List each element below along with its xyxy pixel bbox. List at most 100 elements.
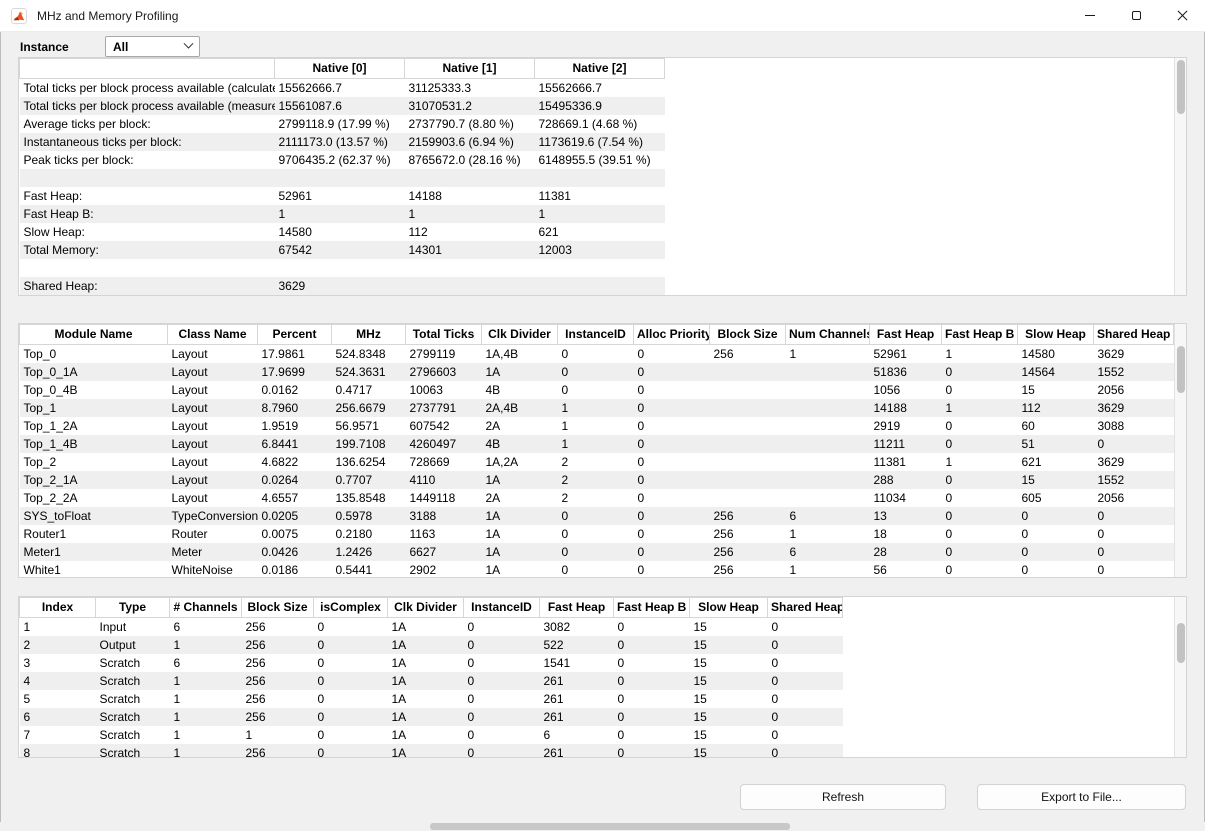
column-header[interactable]: Class Name <box>168 325 258 345</box>
table-row[interactable]: Fast Heap B:111 <box>20 205 665 223</box>
table-row[interactable]: 7Scratch1101A060150 <box>20 726 843 744</box>
table-row[interactable]: Top_1_4BLayout6.8441199.710842604974B101… <box>20 435 1174 453</box>
refresh-button[interactable]: Refresh <box>740 784 946 810</box>
table-cell: Layout <box>168 345 258 364</box>
module-vertical-scrollbar[interactable] <box>1174 324 1186 577</box>
table-row[interactable]: Peak ticks per block:9706435.2 (62.37 %)… <box>20 151 665 169</box>
table-cell: 1 <box>558 399 634 417</box>
table-row[interactable]: Total Memory:675421430112003 <box>20 241 665 259</box>
scrollbar-thumb[interactable] <box>430 823 790 830</box>
column-header[interactable]: Module Name <box>20 325 168 345</box>
column-header[interactable]: Clk Divider <box>482 325 558 345</box>
table-row[interactable] <box>20 169 665 187</box>
table-row[interactable]: Average ticks per block:2799118.9 (17.99… <box>20 115 665 133</box>
column-header[interactable]: Alloc Priority <box>634 325 710 345</box>
scrollbar-thumb[interactable] <box>1177 60 1185 114</box>
column-header[interactable]: Shared Heap <box>1094 325 1174 345</box>
instance-dropdown[interactable]: All <box>105 36 200 57</box>
table-cell: 0 <box>1094 435 1174 453</box>
table-cell: 3088 <box>1094 417 1174 435</box>
table-row[interactable]: 8Scratch125601A02610150 <box>20 744 843 757</box>
column-header[interactable]: Total Ticks <box>406 325 482 345</box>
table-row[interactable]: Top_0Layout17.9861524.834827991191A,4B00… <box>20 345 1174 364</box>
close-button[interactable] <box>1159 0 1205 31</box>
table-cell: 261 <box>540 672 614 690</box>
table-cell: Router <box>168 525 258 543</box>
column-header[interactable]: MHz <box>332 325 406 345</box>
table-row[interactable]: Top_1Layout8.7960256.667927377912A,4B101… <box>20 399 1174 417</box>
table-cell: 1 <box>170 690 242 708</box>
column-header[interactable]: # Channels <box>170 598 242 618</box>
table-cell: 2056 <box>1094 381 1174 399</box>
buffer-vertical-scrollbar[interactable] <box>1174 597 1186 757</box>
table-row[interactable]: Top_0_1ALayout17.9699524.363127966031A00… <box>20 363 1174 381</box>
summary-vertical-scrollbar[interactable] <box>1174 58 1186 295</box>
table-cell: 14580 <box>1018 345 1094 364</box>
column-header[interactable]: isComplex <box>314 598 388 618</box>
table-row[interactable]: Shared Heap:3629 <box>20 277 665 295</box>
table-row[interactable]: Fast Heap:529611418811381 <box>20 187 665 205</box>
column-header[interactable] <box>20 59 275 79</box>
table-cell: 15 <box>690 636 768 654</box>
chevron-down-icon <box>184 39 194 49</box>
table-cell: 0 <box>614 726 690 744</box>
column-header[interactable]: Native [2] <box>535 59 665 79</box>
table-row[interactable]: White1WhiteNoise0.01860.544129021A002561… <box>20 561 1174 577</box>
table-cell: 11211 <box>870 435 942 453</box>
table-cell: 10063 <box>406 381 482 399</box>
column-header[interactable]: InstanceID <box>464 598 540 618</box>
column-header[interactable]: Native [1] <box>405 59 535 79</box>
scrollbar-thumb[interactable] <box>1177 346 1185 393</box>
column-header[interactable]: InstanceID <box>558 325 634 345</box>
table-row[interactable]: Total ticks per block process available … <box>20 79 665 98</box>
column-header[interactable]: Shared Heap <box>768 598 843 618</box>
table-row[interactable]: 4Scratch125601A02610150 <box>20 672 843 690</box>
table-row[interactable]: SYS_toFloatTypeConversion0.02050.5978318… <box>20 507 1174 525</box>
column-header[interactable]: Slow Heap <box>1018 325 1094 345</box>
table-cell <box>786 471 870 489</box>
table-row[interactable]: 2Output125601A05220150 <box>20 636 843 654</box>
column-header[interactable]: Clk Divider <box>388 598 464 618</box>
table-row[interactable]: Top_2Layout4.6822136.62547286691A,2A2011… <box>20 453 1174 471</box>
column-header[interactable]: Native [0] <box>275 59 405 79</box>
column-header[interactable]: Slow Heap <box>690 598 768 618</box>
minimize-button[interactable] <box>1067 0 1113 31</box>
table-row[interactable]: 3Scratch625601A015410150 <box>20 654 843 672</box>
maximize-button[interactable] <box>1113 0 1159 31</box>
table-row[interactable]: Meter1Meter0.04261.242666271A00256628000 <box>20 543 1174 561</box>
table-cell: 28 <box>870 543 942 561</box>
table-row[interactable]: Total ticks per block process available … <box>20 97 665 115</box>
column-header[interactable]: Type <box>96 598 170 618</box>
column-header[interactable]: Percent <box>258 325 332 345</box>
table-row[interactable]: Slow Heap:14580112621 <box>20 223 665 241</box>
table-cell: 0 <box>558 363 634 381</box>
table-cell: Scratch <box>96 726 170 744</box>
instance-dropdown-value: All <box>113 40 128 54</box>
table-cell: 1A <box>388 726 464 744</box>
column-header[interactable]: Fast Heap B <box>614 598 690 618</box>
column-header[interactable]: Index <box>20 598 96 618</box>
table-cell: 9706435.2 (62.37 %) <box>275 151 405 169</box>
column-header[interactable]: Block Size <box>242 598 314 618</box>
column-header[interactable]: Block Size <box>710 325 786 345</box>
table-row[interactable] <box>20 259 665 277</box>
table-cell: Total ticks per block process available … <box>20 79 275 98</box>
table-row[interactable]: Top_2_2ALayout4.6557135.854814491182A201… <box>20 489 1174 507</box>
horizontal-scrollbar[interactable] <box>0 822 1205 831</box>
table-row[interactable]: 6Scratch125601A02610150 <box>20 708 843 726</box>
column-header[interactable]: Fast Heap <box>870 325 942 345</box>
table-row[interactable]: Router1Router0.00750.218011631A002561180… <box>20 525 1174 543</box>
table-row[interactable]: 5Scratch125601A02610150 <box>20 690 843 708</box>
table-row[interactable]: Top_0_4BLayout0.01620.4717100634B0010560… <box>20 381 1174 399</box>
table-row[interactable]: 1Input625601A030820150 <box>20 618 843 637</box>
table-row[interactable]: Top_2_1ALayout0.02640.770741101A20288015… <box>20 471 1174 489</box>
scrollbar-thumb[interactable] <box>1177 623 1185 663</box>
column-header[interactable]: Num Channels <box>786 325 870 345</box>
table-row[interactable]: Instantaneous ticks per block:2111173.0 … <box>20 133 665 151</box>
table-cell: 256 <box>710 345 786 364</box>
export-button[interactable]: Export to File... <box>977 784 1186 810</box>
column-header[interactable]: Fast Heap B <box>942 325 1018 345</box>
table-cell: 0 <box>558 345 634 364</box>
column-header[interactable]: Fast Heap <box>540 598 614 618</box>
table-row[interactable]: Top_1_2ALayout1.951956.95716075422A10291… <box>20 417 1174 435</box>
